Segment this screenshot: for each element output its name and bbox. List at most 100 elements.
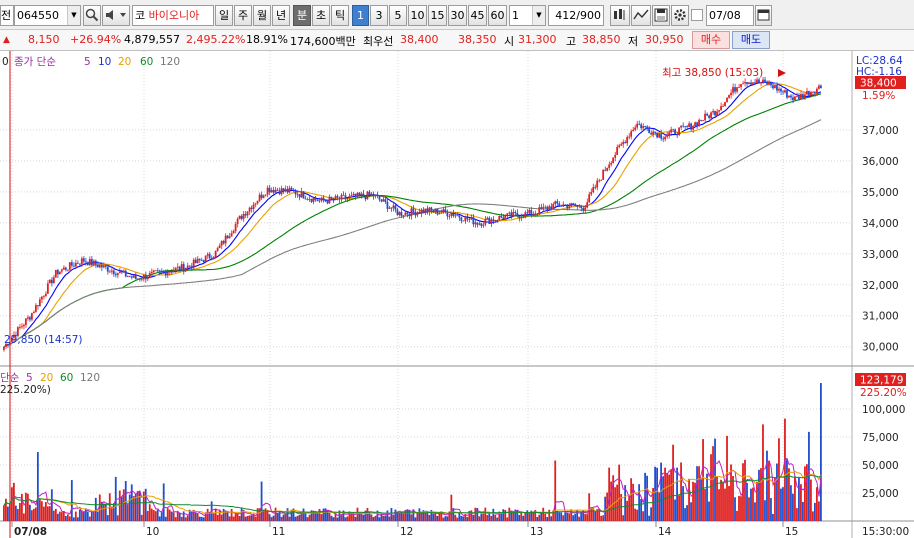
volume-bar [738,495,740,521]
interval-select[interactable]: 1 ▼ [509,5,546,26]
candle-body [526,212,529,214]
volume-bar [220,514,223,521]
save-icon[interactable] [652,5,670,26]
count-field[interactable]: 412/900 [548,5,604,26]
candle-body [432,210,435,213]
minute-option-30[interactable]: 30 [448,5,467,26]
candle-body [406,212,409,215]
candle-body [420,209,423,214]
candle-body [812,91,814,93]
price-tick-label: 35,000 [862,187,899,199]
tab-minute[interactable]: 분 [293,5,311,26]
volume-bar [90,510,93,521]
volume-bar [30,510,33,521]
candle-body [242,213,245,219]
volume-bar [34,507,37,521]
ma-label-5: 5 [84,56,91,68]
candle-body [652,131,655,135]
volume-bar [506,517,509,521]
mode-label[interactable]: 전 [0,5,14,26]
minute-option-45[interactable]: 45 [468,5,487,26]
price-legend-prefix: 0 [2,56,9,68]
price-chart[interactable]: 37,000 36,000 35,000 34,000 33,000 32,000 31,0… [0,51,914,538]
candle-body [80,258,83,265]
tab-monthly[interactable]: 월 [253,5,271,26]
candle-body [352,193,355,196]
volume-bar [16,509,19,521]
minute-option-10[interactable]: 10 [408,5,427,26]
calendar-icon[interactable] [755,5,772,26]
candle-body [670,129,672,133]
volume-bar [222,508,225,521]
candle-body [148,273,151,278]
chevron-down-icon[interactable]: ▼ [532,6,545,25]
candle-body [164,271,167,276]
candle-body [792,97,794,101]
volume-bar [700,477,702,521]
bar-type-icon[interactable] [610,5,630,26]
gear-icon[interactable] [671,5,689,26]
volume-tick-label: 100,000 [862,404,905,416]
date-input[interactable]: 07/08 [706,5,754,26]
date-checkbox[interactable] [691,9,703,21]
tab-yearly[interactable]: 년 [272,5,290,26]
volume-bar [640,498,643,521]
volume-bar [668,474,670,521]
volume-bar [690,502,692,521]
line-chart-icon[interactable] [631,5,651,26]
candle-body [390,207,393,209]
ma-label-60: 60 [140,56,153,68]
trade-amount: 174,600백만 [290,35,356,48]
search-icon[interactable] [83,5,101,26]
candle-body [410,208,413,217]
volume-bar [234,513,237,521]
candle-body [462,220,465,222]
candle-body [722,105,724,107]
candle-body [176,266,179,268]
count-current: 412 [555,9,577,22]
volume-bar [736,510,738,521]
volume-bar [298,514,301,521]
candle-body [438,213,441,215]
tab-weekly[interactable]: 주 [234,5,252,26]
candle-body [794,96,796,101]
candle-body [742,83,744,85]
candle-body [158,270,161,272]
tab-daily[interactable]: 일 [215,5,233,26]
chevron-down-icon[interactable]: ▼ [67,6,80,25]
candle-body [206,253,209,256]
minute-option-5[interactable]: 5 [389,5,407,26]
candle-body [402,215,405,217]
candle-body [484,219,487,225]
tab-second[interactable]: 초 [312,5,330,26]
speaker-icon[interactable] [102,5,130,26]
candle-body [60,269,63,272]
minute-option-3[interactable]: 3 [370,5,388,26]
candle-body [100,265,103,268]
price-change: 8,150 [28,33,60,46]
minute-option-60[interactable]: 60 [488,5,507,26]
chart-canvas[interactable]: 37,000 36,000 35,000 34,000 33,000 32,000 31,0… [0,51,914,538]
stock-name-field[interactable]: 코 바이오니아 [132,5,214,26]
sell-button[interactable]: 매도 [732,31,770,49]
candle-body [40,296,43,300]
buy-button[interactable]: 매수 [692,31,730,49]
candle-body [344,195,347,199]
volume-bar [522,515,525,521]
tab-tick[interactable]: 틱 [331,5,349,26]
candle-body [220,241,223,246]
volume-bar [78,509,81,521]
volume-bar [474,507,477,521]
stock-code-input[interactable]: 064550 ▼ [14,5,81,26]
candle-body [114,274,117,276]
minute-option-15[interactable]: 15 [428,5,447,26]
candle-body [254,203,257,205]
volume-bar [304,513,307,521]
candle-body [620,144,623,146]
minute-option-1[interactable]: 1 [352,5,369,26]
candle-body [472,217,475,225]
candle-body [716,111,718,116]
candle-body [788,95,790,98]
candle-body [542,206,545,209]
volume-bar [548,509,551,521]
